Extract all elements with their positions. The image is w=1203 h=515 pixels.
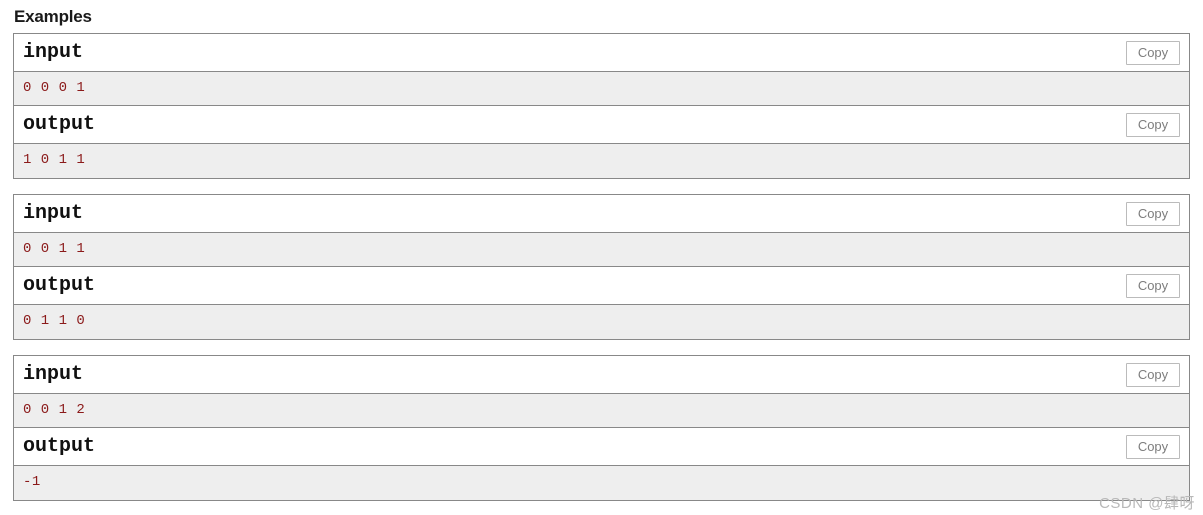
output-label: output [23, 274, 96, 297]
output-header-3: output Copy [14, 428, 1189, 465]
sample-test-1: input Copy 0 0 0 1 output Copy 1 0 1 1 [13, 33, 1190, 179]
output-label: output [23, 435, 96, 458]
sample-test-3: input Copy 0 0 1 2 output Copy -1 [13, 355, 1190, 501]
output-header-1: output Copy [14, 106, 1189, 143]
input-data-3: 0 0 1 2 [14, 393, 1189, 428]
copy-output-button-2[interactable]: Copy [1126, 274, 1180, 298]
input-data-1: 0 0 0 1 [14, 71, 1189, 106]
examples-list: input Copy 0 0 0 1 output Copy 1 0 1 1 i… [13, 33, 1190, 501]
output-label: output [23, 113, 96, 136]
sample-test-2: input Copy 0 0 1 1 output Copy 0 1 1 0 [13, 194, 1190, 340]
output-data-3: -1 [14, 465, 1189, 500]
output-value: -1 [23, 474, 41, 490]
input-label: input [23, 202, 84, 225]
page-title: Examples [14, 7, 92, 26]
examples-page: Examples input Copy 0 0 0 1 output Copy … [0, 0, 1203, 515]
copy-output-button-3[interactable]: Copy [1126, 435, 1180, 459]
copy-input-button-3[interactable]: Copy [1126, 363, 1180, 387]
output-header-2: output Copy [14, 267, 1189, 304]
input-header-1: input Copy [14, 34, 1189, 71]
output-value: 0 1 1 0 [23, 313, 86, 329]
input-header-2: input Copy [14, 195, 1189, 232]
copy-input-button-2[interactable]: Copy [1126, 202, 1180, 226]
input-value: 0 0 1 1 [23, 241, 86, 257]
output-data-1: 1 0 1 1 [14, 143, 1189, 178]
input-label: input [23, 41, 84, 64]
copy-output-button-1[interactable]: Copy [1126, 113, 1180, 137]
output-data-2: 0 1 1 0 [14, 304, 1189, 339]
copy-input-button-1[interactable]: Copy [1126, 41, 1180, 65]
input-label: input [23, 363, 84, 386]
input-header-3: input Copy [14, 356, 1189, 393]
input-value: 0 0 1 2 [23, 402, 86, 418]
input-data-2: 0 0 1 1 [14, 232, 1189, 267]
output-value: 1 0 1 1 [23, 152, 86, 168]
input-value: 0 0 0 1 [23, 80, 86, 96]
